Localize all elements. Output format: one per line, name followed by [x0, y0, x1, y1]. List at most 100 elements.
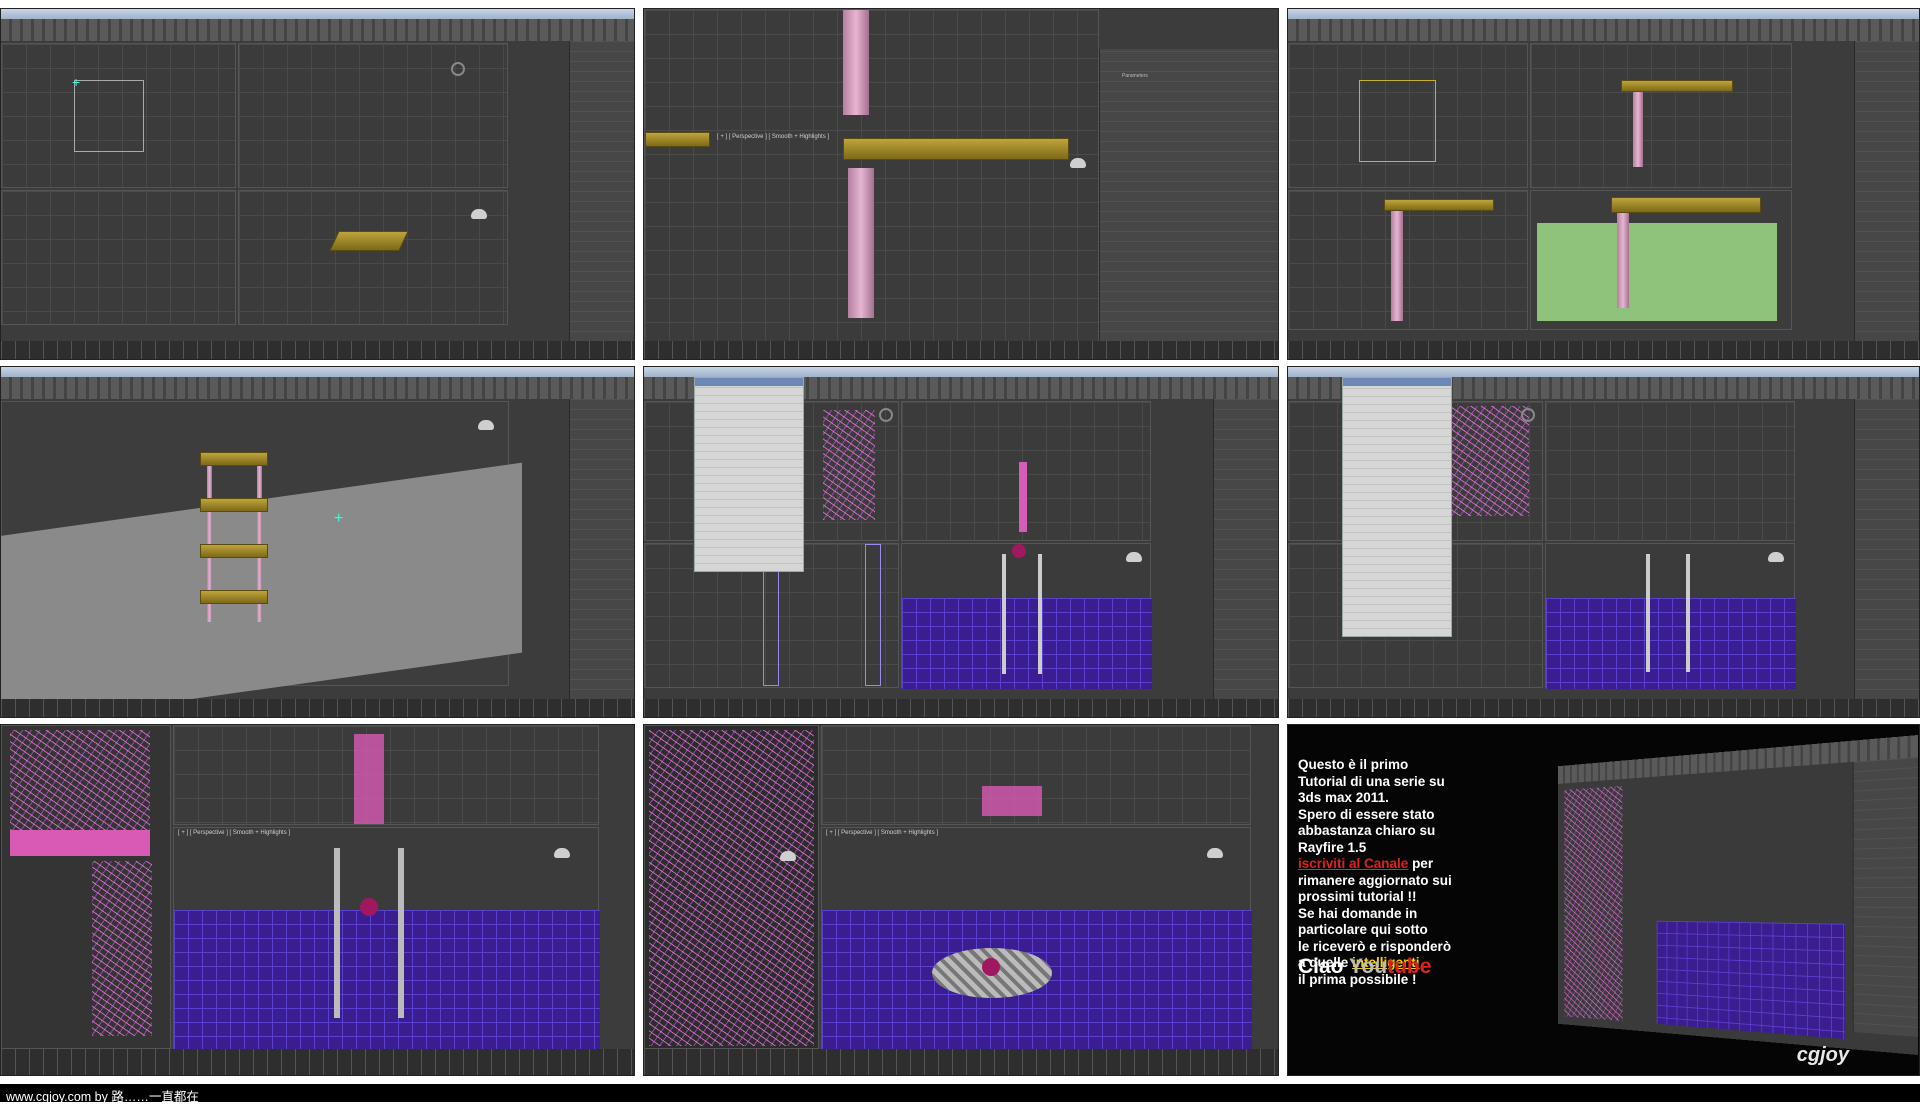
- fragments-wireframe: [649, 730, 814, 1046]
- timeline[interactable]: [644, 699, 1278, 717]
- shelf-board: [200, 498, 268, 512]
- teapot-icon: [1126, 552, 1142, 562]
- rayfire-dialog[interactable]: [694, 377, 804, 572]
- frame-5: [643, 366, 1279, 718]
- command-panel: [1852, 757, 1918, 1037]
- viewport-perspective[interactable]: [238, 190, 508, 325]
- promo-line: le riceverò e risponderò: [1298, 938, 1452, 954]
- viewcube-icon[interactable]: [879, 408, 893, 422]
- fragments-wireframe: [823, 410, 875, 520]
- viewport-label[interactable]: [ + ] [ Perspective ] [ Smooth + Highlig…: [178, 830, 290, 836]
- main-toolbar[interactable]: [1, 19, 634, 41]
- viewcube-icon[interactable]: [1521, 408, 1535, 422]
- viewport-top[interactable]: [644, 725, 819, 1049]
- you-text[interactable]: You: [1349, 955, 1387, 978]
- viewport-front[interactable]: [901, 401, 1151, 541]
- viewport-perspective[interactable]: +: [1, 401, 522, 717]
- frame-3: [1287, 8, 1920, 360]
- fragments-wireframe: [1564, 785, 1623, 1021]
- command-panel[interactable]: Parameters: [1099, 49, 1278, 341]
- viewport-label[interactable]: [ + ] [ Perspective ] [ Smooth + Highlig…: [826, 830, 938, 836]
- cylinder-object: [1391, 211, 1403, 321]
- timeline[interactable]: [1288, 341, 1919, 359]
- window-title-bar: [644, 367, 1278, 377]
- box-object: [1384, 199, 1494, 211]
- viewport-perspective[interactable]: [ + ] [ Perspective ] [ Smooth + Highlig…: [644, 9, 1099, 343]
- promo-line: particolare qui sotto: [1298, 922, 1428, 937]
- selection-rect: [1359, 80, 1436, 162]
- box-object: [1611, 197, 1761, 213]
- main-toolbar[interactable]: [1288, 19, 1919, 41]
- promo-line: iscriviti al Canale per: [1298, 856, 1468, 873]
- viewport-perspective[interactable]: [1530, 190, 1792, 330]
- frame-1: +: [0, 8, 635, 360]
- promo-line: Tutorial di una serie su: [1298, 773, 1445, 789]
- debris-object: [982, 786, 1042, 816]
- ciao-text: Ciao: [1298, 955, 1349, 978]
- command-panel[interactable]: [1213, 399, 1278, 699]
- viewport-top[interactable]: [1, 725, 171, 1049]
- main-toolbar[interactable]: [1, 377, 634, 399]
- footer-bar: www.cgjoy.com by 路……一直都在: [0, 1084, 1920, 1104]
- timeline[interactable]: [1, 1049, 634, 1075]
- viewport-front[interactable]: [173, 725, 599, 825]
- viewport-front[interactable]: [1530, 43, 1792, 188]
- dialog-title-bar[interactable]: [1343, 378, 1451, 386]
- shelf-board: [200, 544, 268, 558]
- viewport-perspective[interactable]: [1545, 543, 1796, 689]
- timeline[interactable]: [644, 1049, 1278, 1075]
- viewport-perspective[interactable]: [ + ] [ Perspective ] [ Smooth + Highlig…: [821, 827, 1252, 1050]
- viewport-left[interactable]: [1288, 190, 1528, 330]
- cylinder-object: [848, 168, 874, 318]
- window-title-bar: [1, 9, 634, 19]
- timeline[interactable]: [1288, 699, 1919, 717]
- rayfire-dialog[interactable]: [1342, 377, 1452, 637]
- timeline[interactable]: [644, 341, 1278, 359]
- viewport-perspective[interactable]: [ + ] [ Perspective ] [ Smooth + Highlig…: [173, 827, 600, 1050]
- stand-object: [354, 734, 384, 824]
- subscribe-link[interactable]: iscriviti al Canale: [1298, 856, 1408, 871]
- panel-title: Parameters: [1122, 73, 1148, 79]
- command-panel[interactable]: [1854, 41, 1919, 341]
- teapot-icon: [1207, 848, 1223, 858]
- frame-8: [ + ] [ Perspective ] [ Smooth + Highlig…: [643, 724, 1279, 1076]
- dialog-title-bar[interactable]: [695, 378, 803, 386]
- tube-text[interactable]: tube: [1387, 955, 1431, 978]
- viewport-label[interactable]: [ + ] [ Perspective ] [ Smooth + Highlig…: [717, 134, 829, 140]
- teapot-icon: [478, 420, 494, 430]
- crosshair-icon: +: [72, 74, 81, 90]
- viewport-front[interactable]: [1545, 401, 1795, 541]
- promo-line: rimanere aggiornato sui: [1298, 872, 1452, 888]
- fragments-wireframe: [92, 861, 152, 1036]
- beam-object: [10, 830, 150, 856]
- promo-line: Spero di essere stato: [1298, 806, 1435, 822]
- selection-rect: [74, 80, 144, 152]
- cylinder-object: [1617, 213, 1629, 308]
- window-title-bar: [1, 367, 634, 377]
- stand-object: [1646, 554, 1690, 672]
- viewport-top[interactable]: +: [1, 43, 236, 188]
- sphere-object: [982, 958, 1000, 976]
- window-title-bar: [1288, 9, 1919, 19]
- crosshair-icon: +: [334, 510, 344, 527]
- tilted-screenshot: [1558, 735, 1918, 1055]
- command-panel[interactable]: [569, 399, 634, 699]
- viewcube-icon[interactable]: [451, 62, 465, 76]
- promo-line: Rayfire 1.5: [1298, 839, 1367, 855]
- shelf-board: [200, 590, 268, 604]
- viewport-perspective[interactable]: [901, 543, 1152, 689]
- viewport-front[interactable]: [238, 43, 508, 188]
- timeline[interactable]: [1, 341, 634, 359]
- promo-text: Questo è il primo Tutorial di una serie …: [1298, 757, 1468, 988]
- viewport-left[interactable]: [1, 190, 236, 325]
- column-wireframe: [865, 544, 881, 686]
- viewport-top[interactable]: [1288, 43, 1528, 188]
- ground-plane: [1656, 920, 1845, 1040]
- promo-text: per: [1408, 856, 1434, 871]
- cgjoy-logo: cgjoy: [1796, 1044, 1849, 1066]
- viewport-front[interactable]: [821, 725, 1251, 825]
- teapot-icon: [1070, 158, 1086, 168]
- timeline[interactable]: [1, 699, 634, 717]
- command-panel[interactable]: [569, 41, 634, 341]
- command-panel[interactable]: [1854, 399, 1919, 699]
